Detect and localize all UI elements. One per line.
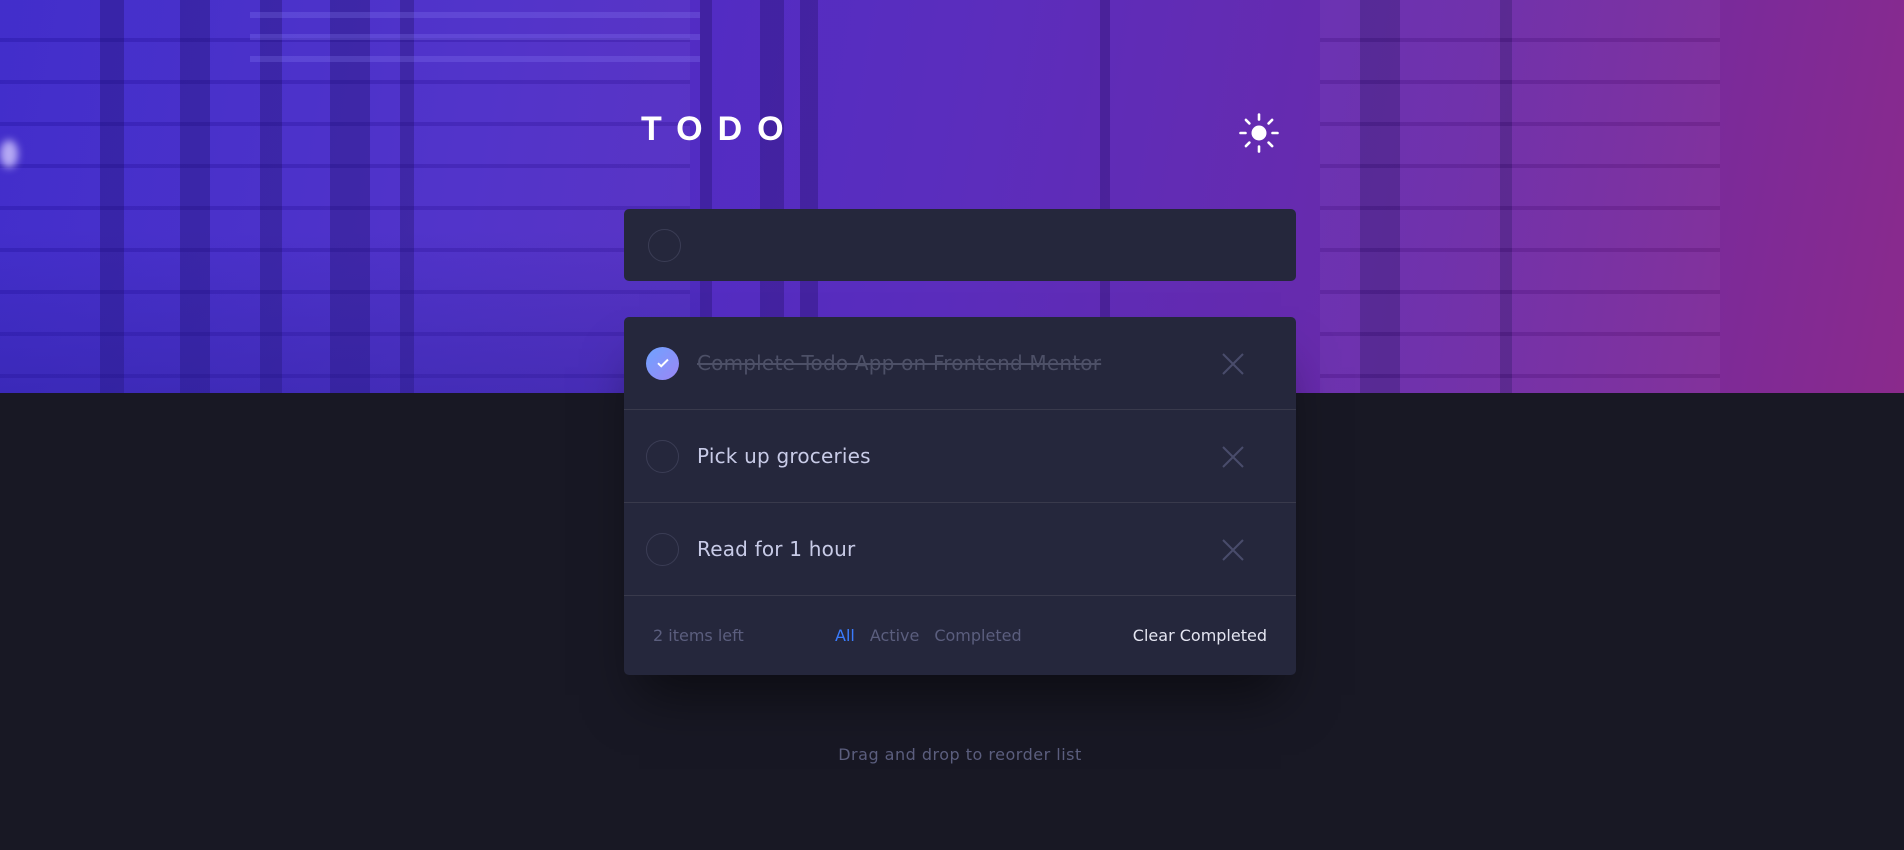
new-todo-input[interactable]	[699, 225, 1296, 265]
todo-text: Complete Todo App on Frontend Mentor	[697, 351, 1102, 375]
bg-rail	[250, 34, 700, 40]
todo-item[interactable]: Read for 1 hour	[624, 503, 1296, 596]
delete-cross-icon[interactable]	[1221, 445, 1245, 469]
drag-drop-hint: Drag and drop to reorder list	[838, 745, 1082, 764]
items-left-count: 2 items left	[653, 625, 744, 645]
todo-text: Pick up groceries	[697, 444, 871, 468]
todo-item[interactable]: Complete Todo App on Frontend Mentor	[624, 317, 1296, 410]
todo-item[interactable]: Pick up groceries	[624, 410, 1296, 503]
bg-rail	[250, 12, 700, 18]
bg-texture	[1320, 0, 1720, 393]
bg-rail	[250, 56, 700, 62]
filter-active[interactable]: Active	[870, 626, 920, 645]
check-icon	[656, 358, 669, 368]
sun-icon	[1239, 113, 1279, 153]
clear-completed-button[interactable]: Clear Completed	[1133, 626, 1267, 645]
app-title: TODO	[641, 110, 799, 148]
filter-completed[interactable]: Completed	[934, 626, 1021, 645]
filter-all[interactable]: All	[835, 626, 855, 645]
todo-checkbox[interactable]	[646, 439, 679, 473]
todo-list: Complete Todo App on Frontend Mentor Pic…	[624, 317, 1296, 675]
todo-text: Read for 1 hour	[697, 537, 856, 561]
delete-cross-icon[interactable]	[1221, 538, 1245, 562]
todo-footer: 2 items left All Active Completed Clear …	[624, 596, 1296, 674]
bg-light	[0, 140, 18, 168]
theme-toggle-button[interactable]	[1236, 110, 1282, 156]
delete-cross-icon[interactable]	[1221, 352, 1245, 376]
new-todo-bar	[624, 209, 1296, 281]
new-todo-check-circle[interactable]	[648, 228, 681, 262]
todo-checkbox-checked[interactable]	[646, 346, 679, 380]
todo-checkbox[interactable]	[646, 532, 679, 566]
filter-group: All Active Completed	[835, 626, 1022, 645]
bg-floor	[0, 230, 700, 393]
